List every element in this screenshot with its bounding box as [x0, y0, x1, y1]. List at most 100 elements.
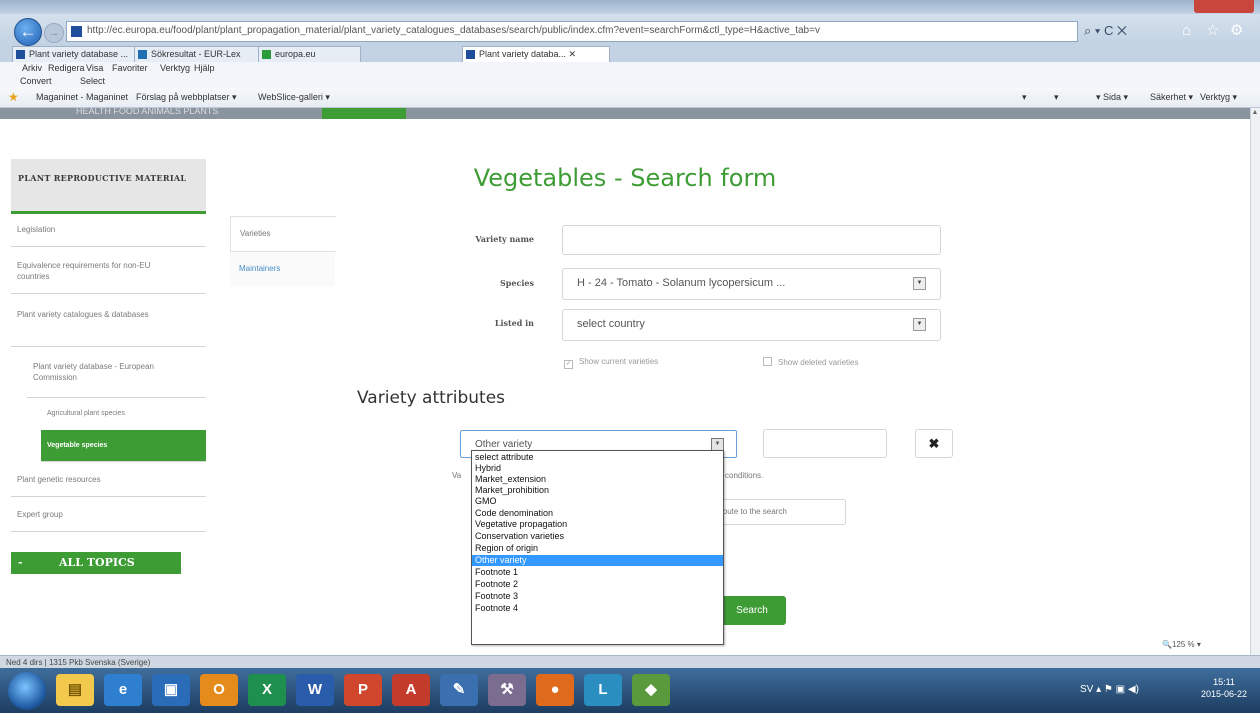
url-input[interactable]: http://ec.europa.eu/food/plant/plant_pro…: [66, 21, 1078, 42]
scroll-up-icon[interactable]: ▲: [1251, 109, 1259, 119]
acrobat-icon[interactable]: A: [392, 674, 430, 706]
sidebar-item-agricultural[interactable]: Agricultural plant species: [41, 398, 206, 431]
add-attribute-label: ibute to the search: [721, 507, 787, 516]
page-scrollbar[interactable]: [1250, 108, 1260, 655]
url-text: http://ec.europa.eu/food/plant/plant_pro…: [87, 25, 820, 36]
listed-in-label: Listed in: [494, 318, 534, 328]
dropdown-option[interactable]: Hybrid: [472, 463, 723, 474]
dropdown-option[interactable]: Conservation varieties: [472, 531, 723, 542]
app-icon[interactable]: ◆: [632, 674, 670, 706]
tool-icon[interactable]: ⚒: [488, 674, 526, 706]
listed-in-value: select country: [577, 318, 645, 330]
dropdown-option[interactable]: Vegetative propagation: [472, 519, 723, 530]
tools-command[interactable]: Verktyg ▾: [1200, 87, 1237, 107]
home-icon[interactable]: ⌂: [1182, 23, 1198, 39]
dropdown-option[interactable]: Market_extension: [472, 474, 723, 485]
dropdown-option[interactable]: Footnote 2: [472, 579, 723, 590]
site-nav-active[interactable]: [322, 108, 406, 119]
sidebar-item-genetic-resources[interactable]: Plant genetic resources: [11, 462, 206, 497]
dropdown-option[interactable]: Footnote 1: [472, 567, 723, 578]
sidebar-item-legislation[interactable]: Legislation: [11, 214, 206, 247]
browser-tab-active[interactable]: Plant variety databa... ✕: [462, 46, 610, 62]
browser-tab[interactable]: Plant variety database ...: [12, 46, 148, 62]
chevron-down-icon: ▼: [913, 277, 926, 290]
show-deleted-checkbox[interactable]: Show deleted varieties: [763, 357, 859, 367]
word-icon[interactable]: W: [296, 674, 334, 706]
page-command[interactable]: ▾ Sida ▾: [1096, 87, 1128, 107]
dropdown-option[interactable]: select attribute: [472, 452, 723, 463]
tab-varieties[interactable]: Varieties: [230, 216, 336, 252]
species-value: H - 24 - Tomato - Solanum lycopersicum .…: [577, 277, 786, 289]
safety-command[interactable]: Säkerhet ▾: [1150, 87, 1193, 107]
explorer-icon[interactable]: ▤: [56, 674, 94, 706]
tab-favicon-icon: [138, 50, 147, 59]
site-nav-labels[interactable]: HEALTH FOOD ANIMALS PLANTS: [76, 108, 218, 116]
zoom-level[interactable]: 🔍125 % ▾: [1162, 640, 1201, 649]
url-tools[interactable]: ⌕ ▾ C ✕: [1084, 21, 1174, 40]
dropdown-option[interactable]: Market_prohibition: [472, 485, 723, 496]
sidebar-item-equivalence[interactable]: Equivalence requirements for non-EU coun…: [11, 247, 206, 294]
system-tray[interactable]: SV ▴ ⚑ ▣ ◀): [1080, 680, 1190, 700]
home-command[interactable]: ▾: [1022, 87, 1027, 107]
sidebar-item-expert-group[interactable]: Expert group: [11, 497, 206, 532]
show-current-checkbox[interactable]: ✓ Show current varieties: [564, 357, 658, 369]
all-topics-button[interactable]: - ALL TOPICS: [11, 552, 181, 574]
dropdown-option[interactable]: Region of origin: [472, 543, 723, 554]
clock[interactable]: 15:11 2015-06-22: [1194, 676, 1254, 700]
tab-label: Plant variety databa... ✕: [479, 49, 577, 59]
gear-icon[interactable]: ⚙: [1230, 23, 1246, 39]
attribute-value-input[interactable]: [763, 429, 887, 458]
convert-toolbar: Convert Select: [0, 75, 1260, 87]
sidebar-item-catalogues[interactable]: Plant variety catalogues & databases: [11, 294, 206, 347]
menu-tools[interactable]: Verktyg: [160, 62, 190, 75]
menu-favorites[interactable]: Favoriter: [112, 62, 148, 75]
dropdown-option[interactable]: Footnote 3: [472, 591, 723, 602]
powerpoint-icon[interactable]: P: [344, 674, 382, 706]
sidebar-item-ec-database[interactable]: Plant variety database - European Commis…: [27, 347, 206, 398]
start-button[interactable]: [8, 672, 46, 710]
search-button[interactable]: Search: [718, 596, 786, 625]
chrome-icon[interactable]: ●: [536, 674, 574, 706]
select-button[interactable]: Select: [80, 75, 105, 87]
tab-maintainers[interactable]: Maintainers: [230, 252, 335, 286]
variety-name-input[interactable]: [562, 225, 941, 255]
menu-view[interactable]: Visa: [86, 62, 103, 75]
tab-favicon-icon: [16, 50, 25, 59]
species-select[interactable]: H - 24 - Tomato - Solanum lycopersicum .…: [562, 268, 941, 300]
browser-tab[interactable]: europa.eu: [258, 46, 361, 62]
back-button[interactable]: ←: [14, 18, 42, 46]
window-close-button[interactable]: [1194, 0, 1254, 13]
tab-label: Sökresultat - EUR-Lex: [151, 49, 241, 59]
internet-explorer-icon[interactable]: e: [104, 674, 142, 706]
convert-button[interactable]: Convert: [20, 75, 52, 87]
favorite-link[interactable]: Förslag på webbplatser ▾: [136, 87, 237, 107]
sidebar-item-vegetable[interactable]: Vegetable species: [41, 430, 206, 462]
dropdown-option[interactable]: GMO: [472, 496, 723, 507]
menu-file[interactable]: Arkiv: [22, 62, 42, 75]
feeds-command[interactable]: ▾: [1054, 87, 1059, 107]
office-app-icon[interactable]: O: [200, 674, 238, 706]
favorite-link[interactable]: Maganinet - Maganinet: [36, 87, 128, 107]
menu-bar: Arkiv Redigera Visa Favoriter Verktyg Hj…: [0, 62, 1260, 75]
excel-icon[interactable]: X: [248, 674, 286, 706]
favorites-star-icon[interactable]: ☆: [1206, 23, 1222, 39]
forward-arrow-icon: →: [48, 27, 60, 39]
page-title: Vegetables - Search form: [473, 164, 777, 192]
menu-edit[interactable]: Redigera: [48, 62, 85, 75]
favorite-link[interactable]: WebSlice-galleri ▾: [258, 87, 330, 107]
dropdown-option[interactable]: Footnote 4: [472, 603, 723, 614]
menu-help[interactable]: Hjälp: [194, 62, 215, 75]
listed-in-select[interactable]: select country ▼: [562, 309, 941, 341]
variety-name-label: Variety name: [475, 234, 534, 244]
dropdown-option-selected[interactable]: Other variety: [472, 555, 723, 566]
remove-attribute-button[interactable]: ✖: [915, 429, 953, 458]
forward-button[interactable]: →: [44, 23, 64, 43]
lync-icon[interactable]: L: [584, 674, 622, 706]
paint-icon[interactable]: ✎: [440, 674, 478, 706]
favorites-star-icon[interactable]: ★: [8, 87, 19, 107]
add-attribute-button[interactable]: ibute to the search: [714, 499, 846, 525]
back-arrow-icon: ←: [19, 22, 37, 41]
outlook-icon[interactable]: ▣: [152, 674, 190, 706]
dropdown-option[interactable]: Code denomination: [472, 508, 723, 519]
browser-tab[interactable]: Sökresultat - EUR-Lex: [134, 46, 272, 62]
